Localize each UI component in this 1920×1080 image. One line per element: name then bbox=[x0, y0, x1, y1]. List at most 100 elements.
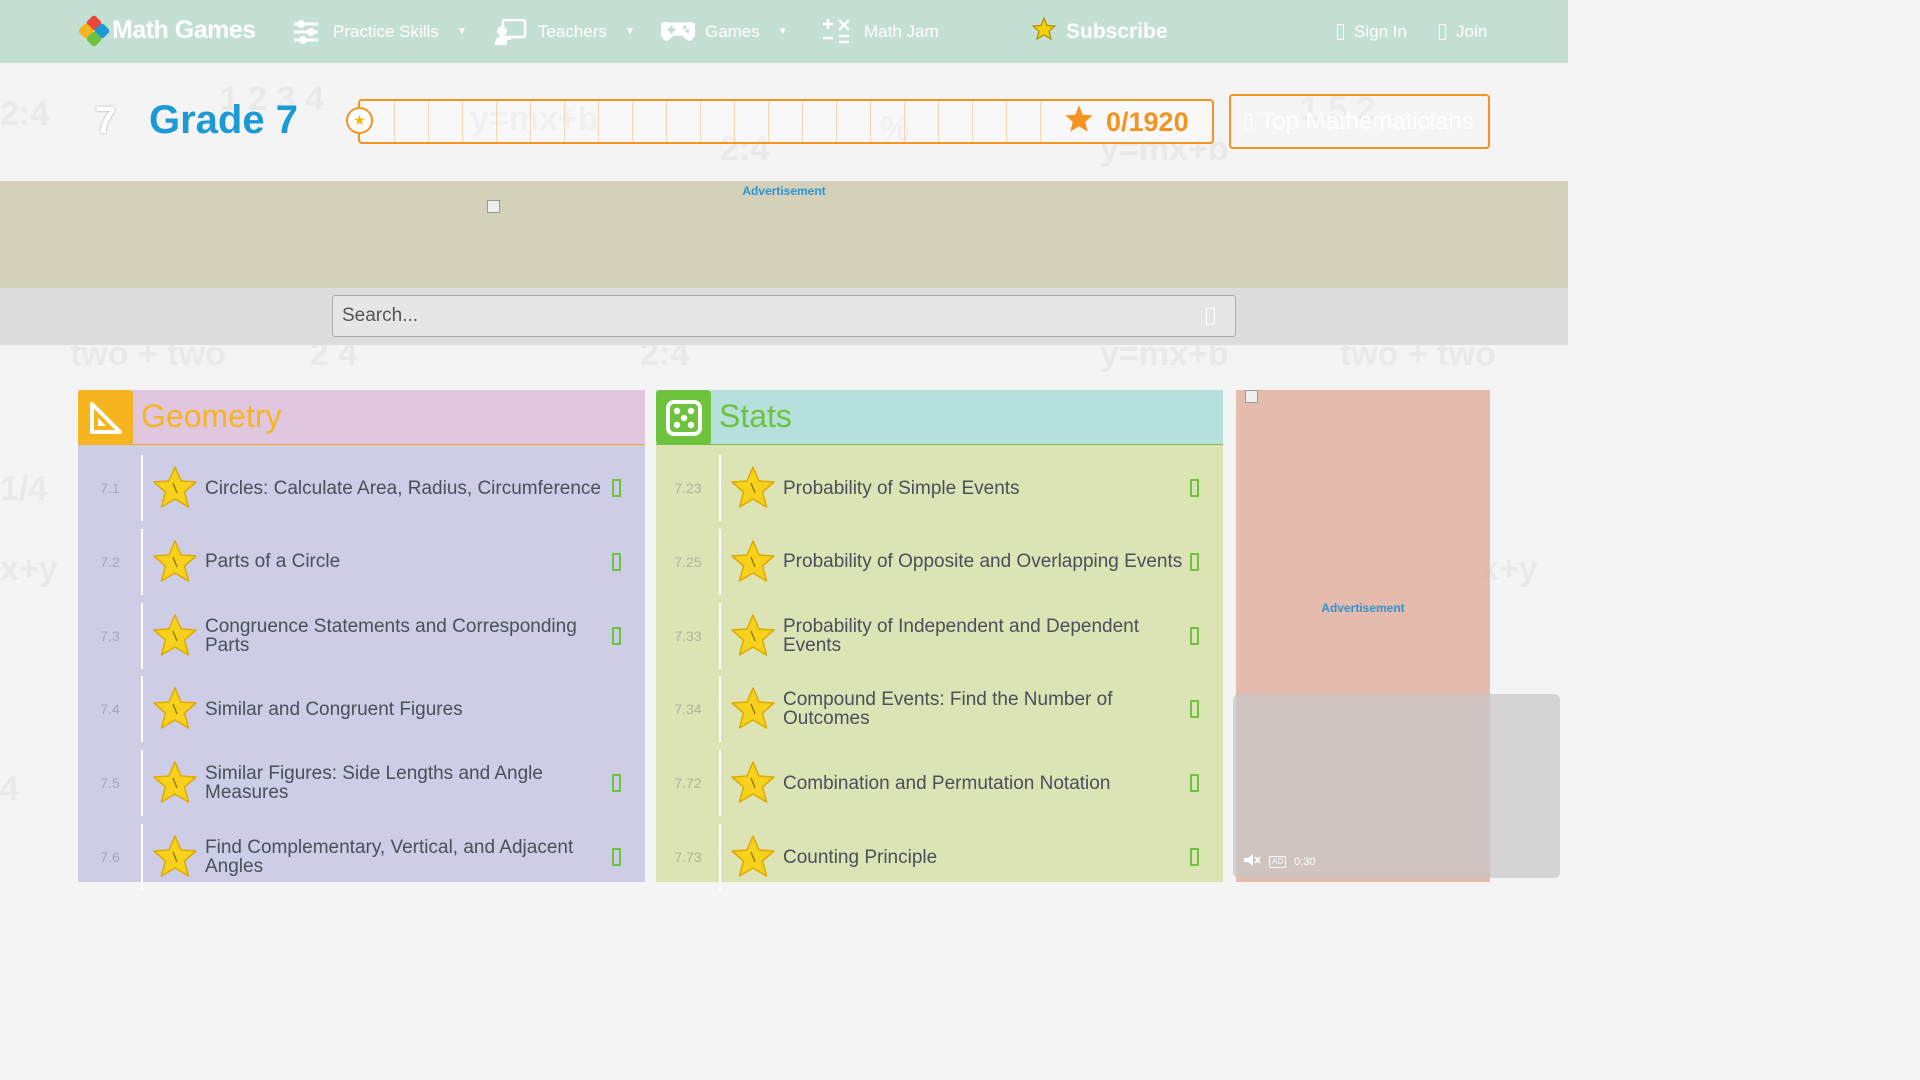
search-form bbox=[332, 295, 1236, 337]
divider bbox=[719, 676, 721, 743]
brand-logo[interactable]: Math Games bbox=[77, 14, 256, 47]
chevron-right-icon[interactable] bbox=[1190, 552, 1199, 571]
skill-item[interactable]: 7.73 Counting Principle bbox=[656, 824, 1223, 890]
progress-segment-divider bbox=[768, 101, 769, 142]
ad-badge: AD bbox=[1269, 855, 1287, 868]
set-square-icon bbox=[78, 390, 133, 445]
skill-code: 7.33 bbox=[674, 627, 702, 644]
skill-star-icon bbox=[151, 685, 199, 733]
skill-code: 7.4 bbox=[100, 701, 120, 718]
nav-practice-skills[interactable]: Practice Skills ▼ bbox=[289, 0, 467, 63]
chevron-right-icon[interactable] bbox=[612, 552, 621, 571]
skill-item[interactable]: 7.33 Probability of Independent and Depen… bbox=[656, 602, 1223, 669]
progress-segment-divider bbox=[938, 101, 939, 142]
skill-label: Probability of Opposite and Overlapping … bbox=[783, 551, 1183, 573]
sign-in-link[interactable]: Sign In bbox=[1337, 0, 1407, 63]
skill-item[interactable]: 7.23 Probability of Simple Events bbox=[656, 455, 1223, 521]
skill-code: 7.5 bbox=[100, 775, 120, 792]
top-mathematicians-button[interactable]: Top Mathematicians bbox=[1229, 94, 1490, 149]
gamepad-icon bbox=[661, 18, 695, 46]
skill-item[interactable]: 7.25 Probability of Opposite and Overlapp… bbox=[656, 528, 1223, 595]
skill-item[interactable]: 7.3 Congruence Statements and Correspondi… bbox=[78, 602, 645, 669]
broken-image-icon bbox=[487, 200, 500, 213]
skill-star-icon bbox=[729, 464, 777, 512]
skill-star-icon bbox=[729, 538, 777, 586]
skill-label: Similar Figures: Side Lengths and Angle … bbox=[205, 763, 543, 804]
progress-segment-divider bbox=[530, 101, 531, 142]
skill-star-icon bbox=[729, 833, 777, 881]
skill-item[interactable]: 7.1 Circles: Calculate Area, Radius, Circ… bbox=[78, 455, 645, 521]
skill-label: Congruence Statements and Corresponding … bbox=[205, 615, 577, 656]
nav-games[interactable]: Games ▼ bbox=[661, 0, 788, 63]
skill-code: 7.25 bbox=[674, 553, 702, 570]
video-controls: AD 0:30 bbox=[1243, 853, 1316, 870]
skill-star-icon bbox=[151, 464, 199, 512]
geometry-panel: Geometry 7.1 Circles: Calculate Area, Rad… bbox=[78, 390, 645, 890]
chevron-right-icon[interactable] bbox=[1190, 774, 1199, 793]
grade-title: Grade 7 bbox=[149, 98, 298, 142]
stats-header[interactable]: Stats bbox=[656, 390, 1223, 445]
skill-star-icon bbox=[151, 538, 199, 586]
skill-item[interactable]: 7.5 Similar Figures: Side Lengths and Ang… bbox=[78, 750, 645, 817]
chevron-right-icon[interactable] bbox=[612, 479, 621, 497]
chevron-right-icon[interactable] bbox=[612, 848, 621, 866]
skill-item[interactable]: 7.4 Similar and Congruent Figures bbox=[78, 676, 645, 743]
progress-star-icon: ★ bbox=[346, 107, 373, 134]
chevron-down-icon: ▼ bbox=[777, 26, 788, 37]
ad-label: Advertisement bbox=[1321, 601, 1405, 615]
geometry-header[interactable]: Geometry bbox=[78, 390, 645, 445]
skill-label: Compound Events: Find the Number of Outc… bbox=[783, 689, 1113, 730]
top-navigation: Math Games Practice Skills ▼ Teachers ▼ … bbox=[0, 0, 1568, 63]
skill-label: Circles: Calculate Area, Radius, Circumf… bbox=[205, 477, 601, 499]
skill-code: 7.73 bbox=[674, 849, 702, 865]
skill-label: Combination and Permutation Notation bbox=[783, 772, 1111, 794]
skill-code: 7.2 bbox=[100, 553, 120, 570]
score-display: 0/1920 bbox=[1064, 104, 1189, 140]
divider bbox=[141, 528, 143, 595]
progress-segment-divider bbox=[734, 101, 735, 142]
trophy-icon bbox=[1245, 113, 1253, 130]
join-link[interactable]: Join bbox=[1439, 0, 1487, 63]
skill-item[interactable]: 7.72 Combination and Permutation Notation bbox=[656, 750, 1223, 817]
broken-image-icon bbox=[1245, 390, 1258, 403]
divider bbox=[141, 750, 143, 817]
mute-icon[interactable] bbox=[1243, 853, 1261, 870]
divider bbox=[719, 824, 721, 890]
sliders-icon bbox=[289, 18, 323, 46]
chevron-right-icon[interactable] bbox=[612, 774, 621, 793]
search-icon[interactable] bbox=[1199, 304, 1221, 328]
nav-label: Practice Skills bbox=[333, 21, 439, 41]
progress-segment-divider bbox=[598, 101, 599, 142]
skill-item[interactable]: 7.6 Find Complementary, Vertical, and Adj… bbox=[78, 824, 645, 890]
nav-label: Games bbox=[705, 21, 760, 41]
skill-item[interactable]: 7.2 Parts of a Circle bbox=[78, 528, 645, 595]
skill-item[interactable]: 7.34 Compound Events: Find the Number of … bbox=[656, 676, 1223, 743]
panel-title: Geometry bbox=[141, 398, 282, 434]
skill-label: Probability of Simple Events bbox=[783, 477, 1020, 499]
divider bbox=[141, 824, 143, 890]
skill-code: 7.3 bbox=[100, 627, 120, 644]
join-label: Join bbox=[1456, 21, 1488, 41]
skill-label: Similar and Congruent Figures bbox=[205, 698, 463, 720]
chevron-right-icon[interactable] bbox=[1190, 700, 1199, 719]
user-plus-icon bbox=[1439, 23, 1446, 40]
subscribe-button[interactable]: Subscribe bbox=[1031, 0, 1168, 63]
progress-segment-divider bbox=[802, 101, 803, 142]
grade-number: 7 bbox=[95, 100, 117, 142]
progress-segment-divider bbox=[836, 101, 837, 142]
chevron-right-icon[interactable] bbox=[1190, 479, 1199, 497]
chevron-right-icon[interactable] bbox=[1190, 848, 1199, 866]
subscribe-label: Subscribe bbox=[1066, 19, 1168, 43]
chevron-right-icon[interactable] bbox=[1190, 626, 1199, 645]
dice-icon bbox=[656, 390, 711, 445]
sign-in-label: Sign In bbox=[1354, 21, 1407, 41]
progress-segment-divider bbox=[666, 101, 667, 142]
skill-label: Counting Principle bbox=[783, 846, 938, 868]
progress-segment-divider bbox=[870, 101, 871, 142]
chevron-right-icon[interactable] bbox=[612, 626, 621, 645]
nav-teachers[interactable]: Teachers ▼ bbox=[494, 0, 635, 63]
video-ad-player[interactable]: AD 0:30 bbox=[1233, 694, 1560, 878]
nav-math-jam[interactable]: Math Jam bbox=[820, 0, 939, 63]
search-input[interactable] bbox=[333, 296, 1173, 336]
progress-segment-divider bbox=[564, 101, 565, 142]
